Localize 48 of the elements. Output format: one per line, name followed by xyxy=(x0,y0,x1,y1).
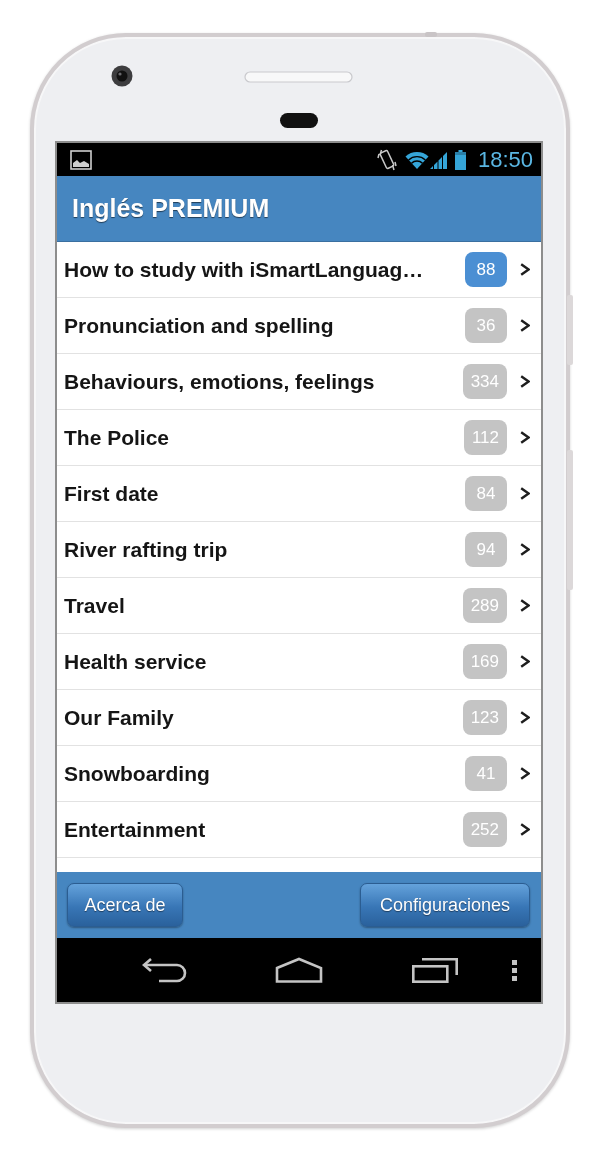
vibrate-icon xyxy=(376,147,397,172)
count-badge: 252 xyxy=(462,812,507,847)
front-camera xyxy=(111,65,133,87)
count-badge: 334 xyxy=(462,364,507,399)
chevron-icon xyxy=(520,823,530,836)
recent-apps-icon[interactable] xyxy=(412,957,458,983)
clock-time: 18:50 xyxy=(477,148,533,171)
lesson-title: Behaviours, emotions, feelings xyxy=(64,368,376,395)
image-icon xyxy=(70,149,92,170)
lesson-title: Health service xyxy=(64,648,208,675)
chevron-icon xyxy=(520,767,530,780)
lesson-title: Pronunciation and spelling xyxy=(64,312,335,339)
count-badge: 169 xyxy=(462,644,507,679)
back-icon[interactable] xyxy=(142,957,188,983)
chevron-icon xyxy=(520,375,530,388)
lesson-title: First date xyxy=(64,480,160,507)
lesson-title: Snowboarding xyxy=(64,760,211,787)
lesson-title: How to study with iSmartLanguag… xyxy=(64,256,425,283)
chevron-icon xyxy=(520,543,530,556)
chevron-icon xyxy=(520,655,530,668)
home-icon[interactable] xyxy=(275,957,323,983)
chevron-icon xyxy=(520,711,530,724)
wifi-icon xyxy=(404,150,429,169)
app-title: Inglés PREMIUM xyxy=(72,192,270,224)
lesson-title: Our Family xyxy=(64,704,175,731)
count-badge: 123 xyxy=(462,700,507,735)
count-badge: 88 xyxy=(465,252,507,287)
lesson-title: Entertainment xyxy=(64,816,207,843)
chevron-icon xyxy=(520,599,530,612)
chevron-icon xyxy=(520,431,530,444)
chevron-icon xyxy=(520,263,530,276)
count-badge: 36 xyxy=(465,308,507,343)
signal-icon xyxy=(428,150,447,169)
count-badge: 112 xyxy=(463,420,507,455)
proximity-sensor xyxy=(280,113,318,128)
lesson-title: River rafting trip xyxy=(64,536,229,563)
count-badge: 41 xyxy=(465,756,507,791)
more-icon[interactable] xyxy=(512,959,517,981)
chevron-icon xyxy=(520,487,530,500)
battery-icon xyxy=(454,149,466,170)
lesson-title: The Police xyxy=(64,424,171,451)
chevron-icon xyxy=(520,319,530,332)
count-badge: 84 xyxy=(465,476,507,511)
count-badge: 94 xyxy=(465,532,507,567)
lesson-title: Travel xyxy=(64,592,126,619)
settings-button[interactable]: Configuraciones xyxy=(360,883,530,927)
count-badge: 289 xyxy=(462,588,507,623)
about-button[interactable]: Acerca de xyxy=(67,883,183,927)
